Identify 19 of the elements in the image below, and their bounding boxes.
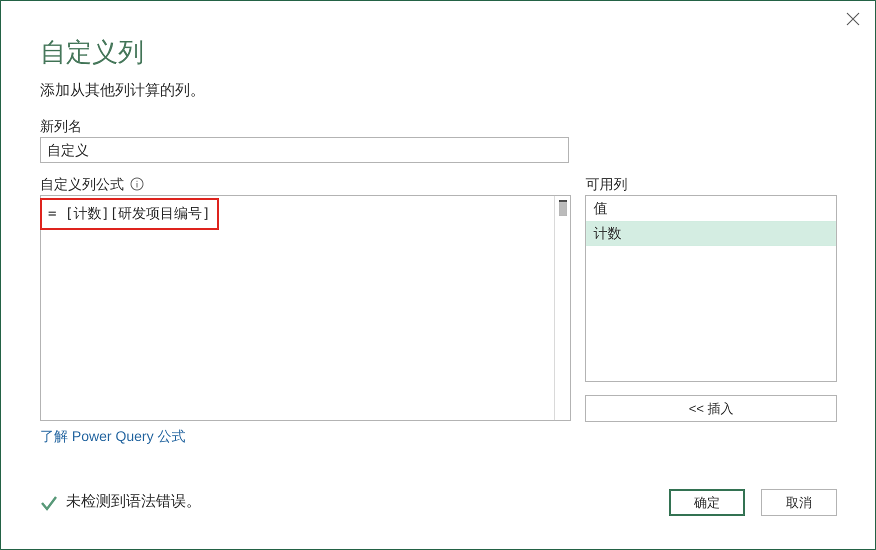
- help-link[interactable]: 了解 Power Query 公式: [40, 426, 186, 447]
- field-label: 新列名: [40, 117, 83, 135]
- insert-button[interactable]: << 插入: [585, 395, 837, 422]
- formula-editor[interactable]: = [计数][研发项目编号]: [40, 195, 572, 421]
- field-label: 自定义列公式: [40, 174, 124, 194]
- column-list-item[interactable]: 计数: [586, 221, 836, 246]
- close-icon: [846, 12, 860, 26]
- dialog-button[interactable]: 取消: [761, 489, 837, 516]
- scrollbar-thumb[interactable]: [558, 200, 567, 216]
- dialog-button[interactable]: 确定: [669, 489, 745, 516]
- info-icon[interactable]: [130, 177, 144, 191]
- checkmark-icon: [40, 494, 58, 510]
- formula-text: = [计数][研发项目编号]: [40, 198, 219, 230]
- dialog-title: 自定义列: [40, 36, 145, 69]
- column-name-field[interactable]: 自定义: [40, 137, 569, 163]
- column-list-item[interactable]: 值: [586, 196, 836, 221]
- status-message: 未检测到语法错误。: [66, 492, 201, 512]
- field-label: 可用列: [585, 174, 628, 194]
- dialog-description: 添加从其他列计算的列。: [40, 81, 206, 101]
